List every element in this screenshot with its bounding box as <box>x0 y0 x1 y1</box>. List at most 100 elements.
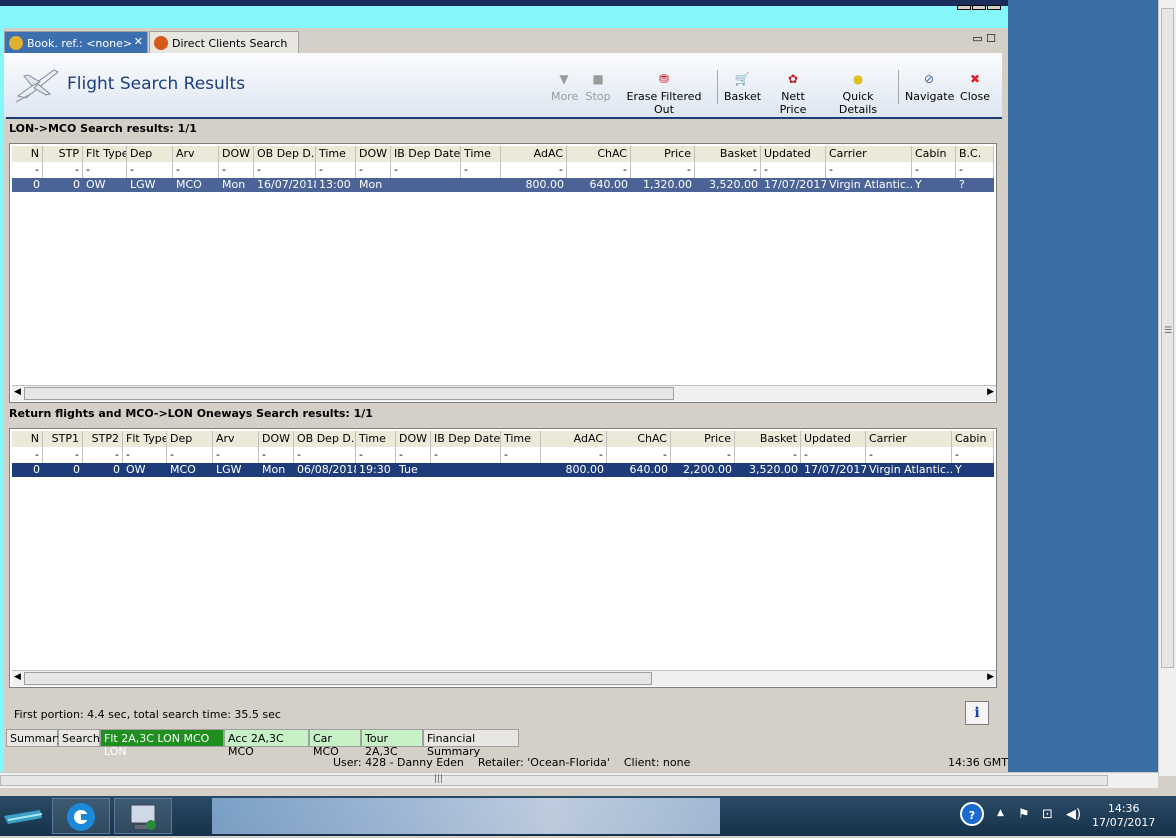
minimize-icon[interactable] <box>957 5 971 10</box>
taskbar-clock[interactable]: 14:36 17/07/2017 <box>1092 802 1155 830</box>
column-header[interactable]: AdAC <box>501 146 567 162</box>
scrollbar-thumb[interactable] <box>0 775 1108 786</box>
taskbar-app-remote[interactable] <box>114 798 172 834</box>
info-button[interactable]: i <box>965 701 989 725</box>
table-row[interactable]: 0 0 OW LGW MCO Mon 16/07/2018 13:00 Mon 800.00 640… <box>12 178 994 192</box>
column-header[interactable]: Carrier <box>866 431 952 447</box>
column-header[interactable]: STP1 <box>43 431 83 447</box>
table-filter-row: ------------------- <box>12 162 994 178</box>
basket-button[interactable]: 🛒 Basket <box>724 72 761 103</box>
nett-price-button[interactable]: ✿ Nett Price <box>767 72 819 116</box>
column-header[interactable]: STP <box>43 146 83 162</box>
column-header[interactable]: OB Dep D... <box>294 431 356 447</box>
column-header[interactable]: Cabin <box>912 146 956 162</box>
table-row[interactable]: 0 0 0 OW MCO LGW Mon 06/08/2018 19:30 Tue 800.00 64… <box>12 463 994 477</box>
scrollbar-thumb[interactable] <box>24 672 652 685</box>
tab-direct-clients-search[interactable]: Direct Clients Search <box>149 31 299 53</box>
column-header[interactable]: OB Dep D... <box>254 146 316 162</box>
tray-expand-icon[interactable]: ▲ <box>997 808 1004 818</box>
column-header[interactable]: STP2 <box>83 431 123 447</box>
tab-flights[interactable]: Flt 2A,3C LON MCO LON <box>100 729 224 758</box>
scroll-left-icon[interactable]: ◀ <box>14 672 21 682</box>
column-header[interactable]: Updated <box>801 431 866 447</box>
network-icon[interactable]: ⊡ <box>1042 807 1053 822</box>
scrollbar-thumb[interactable] <box>1161 8 1174 668</box>
column-header[interactable]: Time <box>501 431 541 447</box>
more-button[interactable]: ▼ More <box>551 72 578 103</box>
column-header[interactable]: Arv <box>213 431 259 447</box>
column-header[interactable]: Time <box>461 146 501 162</box>
column-header[interactable]: DOW <box>396 431 431 447</box>
column-header[interactable]: Dep <box>167 431 213 447</box>
flag-icon[interactable]: ⚑ <box>1018 807 1030 822</box>
filter-cell: - <box>12 162 43 178</box>
column-header[interactable]: DOW <box>219 146 254 162</box>
tab-search[interactable]: Search <box>58 729 100 747</box>
table-cell: 3,520.00 <box>709 178 758 191</box>
column-header[interactable]: DOW <box>259 431 294 447</box>
horizontal-scrollbar[interactable]: ||| <box>0 772 1158 788</box>
column-header[interactable]: Basket <box>735 431 801 447</box>
table-cell: Mon <box>262 463 286 476</box>
column-header[interactable]: IB Dep Date <box>391 146 461 162</box>
column-header[interactable]: ChAC <box>567 146 631 162</box>
column-header[interactable]: Flt Type <box>123 431 167 447</box>
column-header[interactable]: Carrier <box>826 146 912 162</box>
horizontal-scrollbar[interactable]: ◀ ▶ <box>12 385 996 401</box>
column-header[interactable]: AdAC <box>541 431 607 447</box>
tab-financial-summary[interactable]: Financial Summary <box>423 729 519 758</box>
minimize-view-icon[interactable]: ▭ <box>972 32 982 45</box>
horizontal-scrollbar[interactable]: ◀ ▶ <box>12 670 996 686</box>
column-header[interactable]: N <box>12 146 43 162</box>
retailer-label: Retailer: 'Ocean-Florida' <box>477 756 610 769</box>
column-header[interactable]: Basket <box>695 146 761 162</box>
quick-details-button[interactable]: ● Quick Details <box>826 72 890 116</box>
maximize-view-icon[interactable]: ☐ <box>986 32 996 45</box>
erase-filtered-out-button[interactable]: ⛃ Erase Filtered Out <box>618 72 710 116</box>
maximize-icon[interactable] <box>972 5 986 10</box>
column-header[interactable]: Price <box>631 146 695 162</box>
toolbar-separator <box>717 70 718 104</box>
start-button-icon[interactable] <box>0 798 46 834</box>
column-header[interactable]: N <box>12 431 43 447</box>
tab-accommodation[interactable]: Acc 2A,3C MCO <box>224 729 309 758</box>
close-window-icon[interactable] <box>987 5 1001 10</box>
column-header[interactable]: Cabin <box>952 431 994 447</box>
column-header[interactable]: Flt Type <box>83 146 127 162</box>
column-header[interactable]: B.C. <box>956 146 994 162</box>
down-triangle-icon: ▼ <box>559 72 569 86</box>
scroll-right-icon[interactable]: ▶ <box>987 672 994 682</box>
close-tab-icon[interactable]: ✕ <box>134 35 143 48</box>
column-header[interactable]: Arv <box>173 146 219 162</box>
column-header[interactable]: Price <box>671 431 735 447</box>
column-header[interactable]: Time <box>356 431 396 447</box>
scroll-right-icon[interactable]: ▶ <box>987 387 994 397</box>
window-controls[interactable] <box>956 0 1006 10</box>
table-cell: Y <box>915 178 922 191</box>
speaker-icon[interactable]: ◀) <box>1066 807 1081 822</box>
column-header[interactable]: Time <box>316 146 356 162</box>
vertical-scrollbar[interactable]: ☰ <box>1158 0 1176 776</box>
tab-booking-ref[interactable]: Book. ref.: <none> ✕ <box>4 31 148 53</box>
table-cell: 640.00 <box>629 463 669 476</box>
scrollbar-thumb[interactable] <box>24 387 674 400</box>
scroll-left-icon[interactable]: ◀ <box>14 387 21 397</box>
navigate-icon: ⊘ <box>923 72 935 86</box>
tab-tour[interactable]: Tour 2A,3C <box>361 729 423 758</box>
help-icon[interactable]: ? <box>960 802 984 826</box>
taskbar-app-browser[interactable] <box>52 798 110 834</box>
stop-button[interactable]: ■ Stop <box>585 72 611 103</box>
desktop-background <box>1008 0 1176 776</box>
close-button[interactable]: ✖ Close <box>959 72 991 103</box>
column-header[interactable]: Updated <box>761 146 826 162</box>
column-header[interactable]: ChAC <box>607 431 671 447</box>
table-cell: 19:30 <box>359 463 391 476</box>
column-header[interactable]: DOW <box>356 146 391 162</box>
column-header[interactable]: Dep <box>127 146 173 162</box>
tab-summary[interactable]: Summary <box>6 729 63 747</box>
filter-cell: - <box>912 162 956 178</box>
tab-car[interactable]: Car MCO <box>309 729 361 758</box>
column-header[interactable]: IB Dep Date <box>431 431 501 447</box>
table-cell: 800.00 <box>525 178 565 191</box>
navigate-button[interactable]: ⊘ Navigate <box>905 72 954 103</box>
